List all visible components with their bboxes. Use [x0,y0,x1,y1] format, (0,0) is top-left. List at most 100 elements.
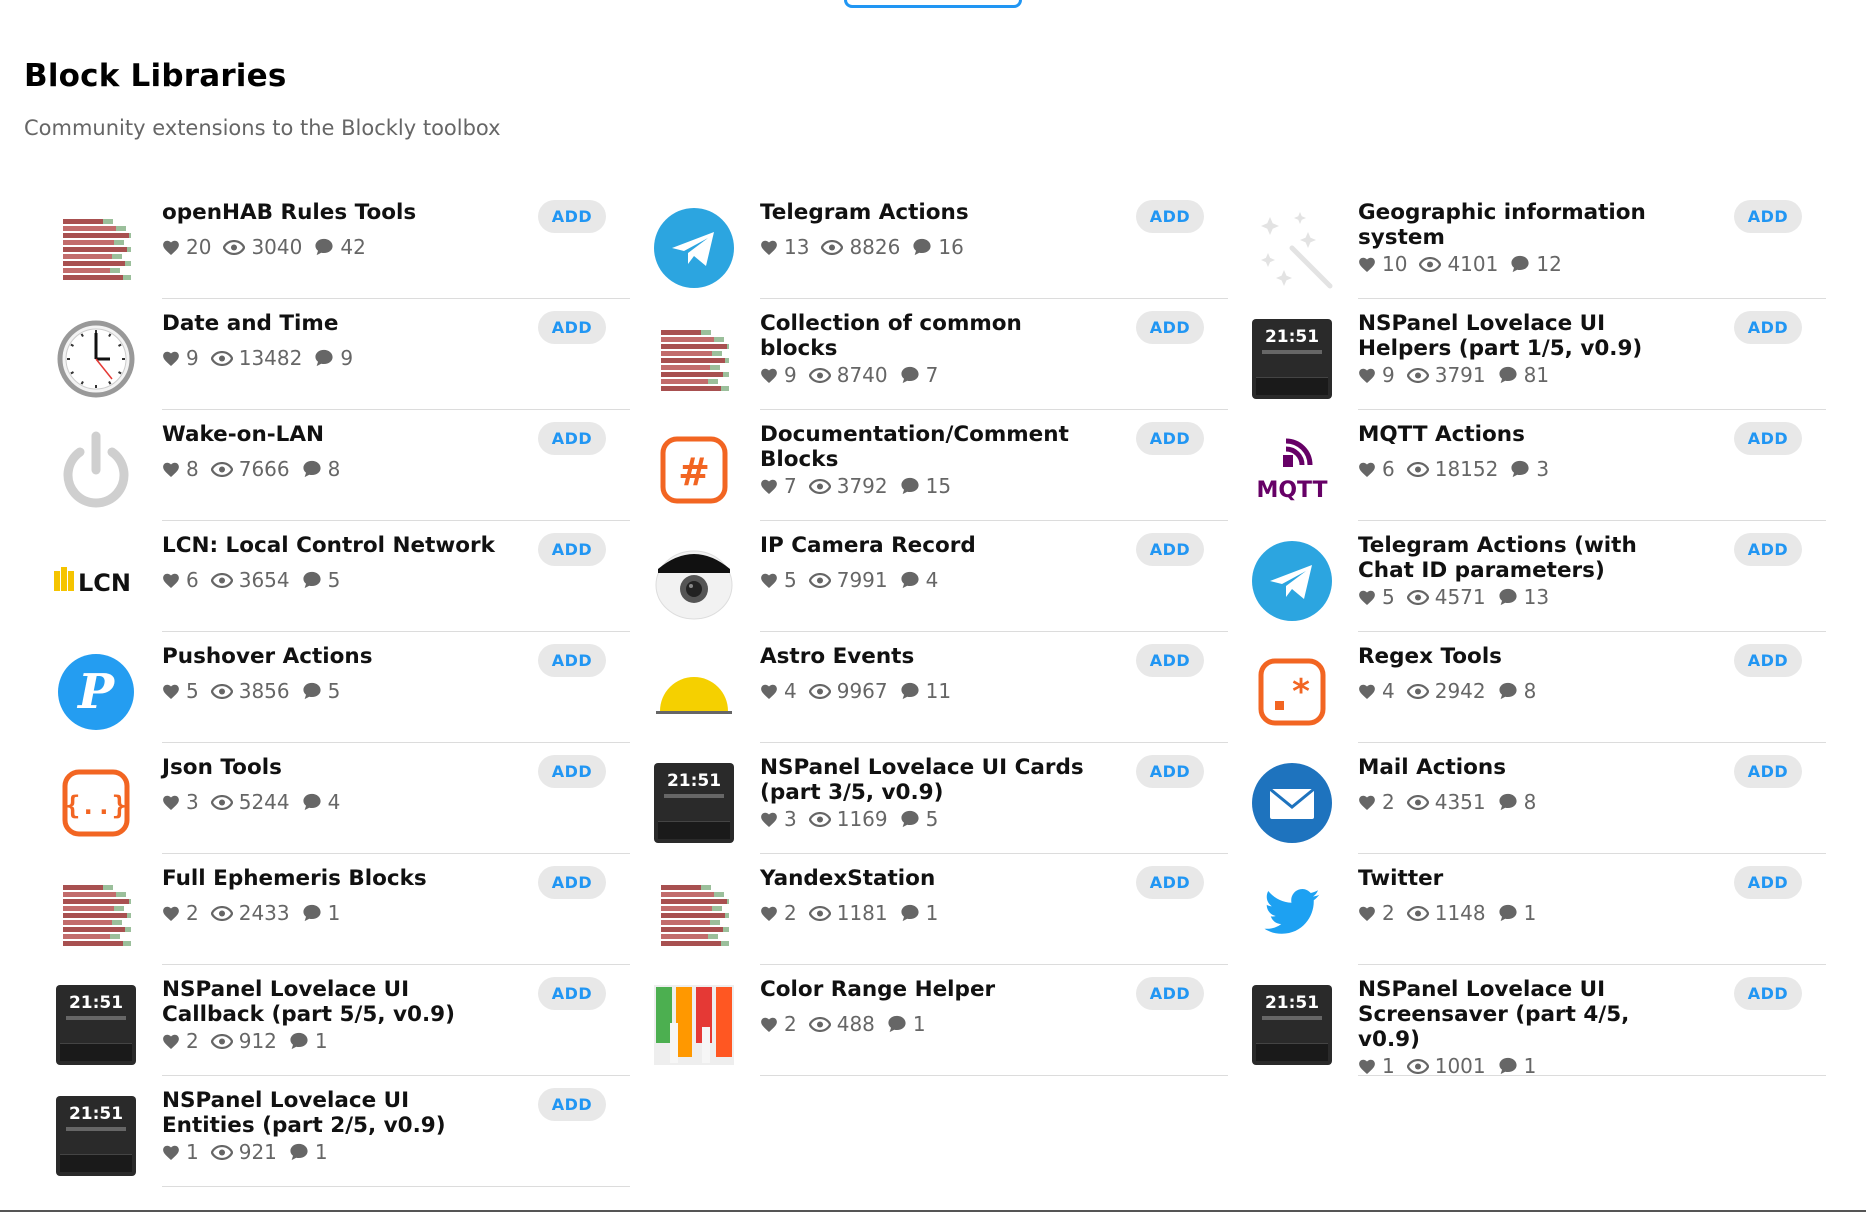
library-thumbnail[interactable]: {..} [54,743,162,854]
add-button[interactable]: ADD [1136,422,1204,455]
library-name[interactable]: MQTT Actions [1358,422,1696,447]
library-card[interactable]: 21:51 NSPanel Lovelace UI Helpers (part 1… [1250,299,1848,410]
add-button[interactable]: ADD [538,311,606,344]
library-card[interactable]: openHAB Rules Tools 20 3040 42 ADD [54,188,652,299]
library-thumbnail[interactable] [1250,743,1358,854]
add-button[interactable]: ADD [538,533,606,566]
add-button[interactable]: ADD [538,755,606,788]
library-card[interactable]: Astro Events 4 9967 11 ADD [652,632,1250,743]
library-thumbnail[interactable] [54,410,162,521]
library-name[interactable]: Telegram Actions (with Chat ID parameter… [1358,533,1696,583]
add-button[interactable]: ADD [1734,755,1802,788]
add-button[interactable]: ADD [538,866,606,899]
library-name[interactable]: Astro Events [760,644,1098,669]
library-card[interactable]: Telegram Actions 13 8826 16 ADD [652,188,1250,299]
library-thumbnail[interactable] [54,854,162,965]
library-thumbnail[interactable] [652,521,760,632]
library-thumbnail[interactable] [652,854,760,965]
library-card[interactable]: Geographic information system 10 4101 12 ADD [1250,188,1848,299]
library-card[interactable]: Collection of common blocks 9 8740 7 ADD [652,299,1250,410]
library-card[interactable]: LCN LCN: Local Control Network 6 3654 5 ADD [54,521,652,632]
add-button[interactable]: ADD [1734,977,1802,1010]
library-thumbnail[interactable] [652,632,760,743]
library-thumbnail[interactable] [652,299,760,410]
library-card[interactable]: P Pushover Actions 5 3856 5 ADD [54,632,652,743]
add-button[interactable]: ADD [1734,533,1802,566]
library-thumbnail[interactable]: 21:51 [1250,965,1358,1076]
library-card[interactable]: Mail Actions 2 4351 8 ADD [1250,743,1848,854]
library-name[interactable]: NSPanel Lovelace UI Screensaver (part 4/… [1358,977,1696,1052]
library-card[interactable]: * Regex Tools 4 2942 8 ADD [1250,632,1848,743]
add-button[interactable]: ADD [1734,200,1802,233]
library-name[interactable]: Json Tools [162,755,500,780]
library-thumbnail[interactable]: MQTT [1250,410,1358,521]
library-thumbnail[interactable]: 21:51 [54,965,162,1076]
library-name[interactable]: Telegram Actions [760,200,1098,225]
library-name[interactable]: LCN: Local Control Network [162,533,500,558]
library-name[interactable]: Date and Time [162,311,500,336]
library-name[interactable]: Color Range Helper [760,977,1098,1002]
library-card[interactable]: # Documentation/Comment Blocks 7 3792 15 ADD [652,410,1250,521]
add-button[interactable]: ADD [538,1088,606,1121]
library-thumbnail[interactable]: 21:51 [1250,299,1358,410]
top-tab-indicator[interactable] [844,0,1022,8]
add-button[interactable]: ADD [1734,311,1802,344]
library-thumbnail[interactable] [1250,854,1358,965]
library-thumbnail[interactable] [1250,521,1358,632]
library-name[interactable]: Regex Tools [1358,644,1696,669]
library-card[interactable]: Full Ephemeris Blocks 2 2433 1 ADD [54,854,652,965]
add-button[interactable]: ADD [1734,866,1802,899]
library-card[interactable]: 21:51 NSPanel Lovelace UI Entities (part … [54,1076,652,1187]
library-name[interactable]: Pushover Actions [162,644,500,669]
add-button[interactable]: ADD [1734,422,1802,455]
library-card[interactable]: MQTT MQTT Actions 6 18152 3 ADD [1250,410,1848,521]
add-button[interactable]: ADD [538,200,606,233]
library-name[interactable]: NSPanel Lovelace UI Helpers (part 1/5, v… [1358,311,1696,361]
library-thumbnail[interactable] [652,188,760,299]
library-card[interactable]: Wake-on-LAN 8 7666 8 ADD [54,410,652,521]
add-button[interactable]: ADD [1136,533,1204,566]
library-thumbnail[interactable]: P [54,632,162,743]
library-card[interactable]: Color Range Helper 2 488 1 ADD [652,965,1250,1076]
library-thumbnail[interactable] [652,965,760,1076]
library-card[interactable]: Date and Time 9 13482 9 ADD [54,299,652,410]
library-thumbnail[interactable] [54,299,162,410]
library-name[interactable]: Wake-on-LAN [162,422,500,447]
library-card[interactable]: IP Camera Record 5 7991 4 ADD [652,521,1250,632]
library-name[interactable]: Collection of common blocks [760,311,1098,361]
library-name[interactable]: Twitter [1358,866,1696,891]
library-card[interactable]: 21:51 NSPanel Lovelace UI Cards (part 3/5… [652,743,1250,854]
add-button[interactable]: ADD [1734,644,1802,677]
add-button[interactable]: ADD [1136,200,1204,233]
library-thumbnail[interactable]: # [652,410,760,521]
library-thumbnail[interactable]: 21:51 [652,743,760,854]
library-name[interactable]: Full Ephemeris Blocks [162,866,500,891]
library-thumbnail[interactable]: 21:51 [54,1076,162,1187]
library-card[interactable]: Telegram Actions (with Chat ID parameter… [1250,521,1848,632]
library-name[interactable]: IP Camera Record [760,533,1098,558]
library-thumbnail[interactable]: * [1250,632,1358,743]
library-name[interactable]: Mail Actions [1358,755,1696,780]
library-card[interactable]: YandexStation 2 1181 1 ADD [652,854,1250,965]
library-name[interactable]: NSPanel Lovelace UI Cards (part 3/5, v0.… [760,755,1098,805]
add-button[interactable]: ADD [1136,755,1204,788]
add-button[interactable]: ADD [538,422,606,455]
add-button[interactable]: ADD [1136,311,1204,344]
add-button[interactable]: ADD [1136,866,1204,899]
library-thumbnail[interactable] [54,188,162,299]
library-thumbnail[interactable]: LCN [54,521,162,632]
library-card[interactable]: Twitter 2 1148 1 ADD [1250,854,1848,965]
library-thumbnail[interactable] [1250,188,1358,299]
add-button[interactable]: ADD [1136,644,1204,677]
add-button[interactable]: ADD [538,644,606,677]
library-name[interactable]: openHAB Rules Tools [162,200,500,225]
library-card[interactable]: {..} Json Tools 3 5244 4 ADD [54,743,652,854]
add-button[interactable]: ADD [1136,977,1204,1010]
library-card[interactable]: 21:51 NSPanel Lovelace UI Callback (part … [54,965,652,1076]
add-button[interactable]: ADD [538,977,606,1010]
library-name[interactable]: NSPanel Lovelace UI Callback (part 5/5, … [162,977,500,1027]
library-name[interactable]: Geographic information system [1358,200,1696,250]
library-name[interactable]: YandexStation [760,866,1098,891]
library-card[interactable]: 21:51 NSPanel Lovelace UI Screensaver (pa… [1250,965,1848,1078]
library-name[interactable]: NSPanel Lovelace UI Entities (part 2/5, … [162,1088,500,1138]
